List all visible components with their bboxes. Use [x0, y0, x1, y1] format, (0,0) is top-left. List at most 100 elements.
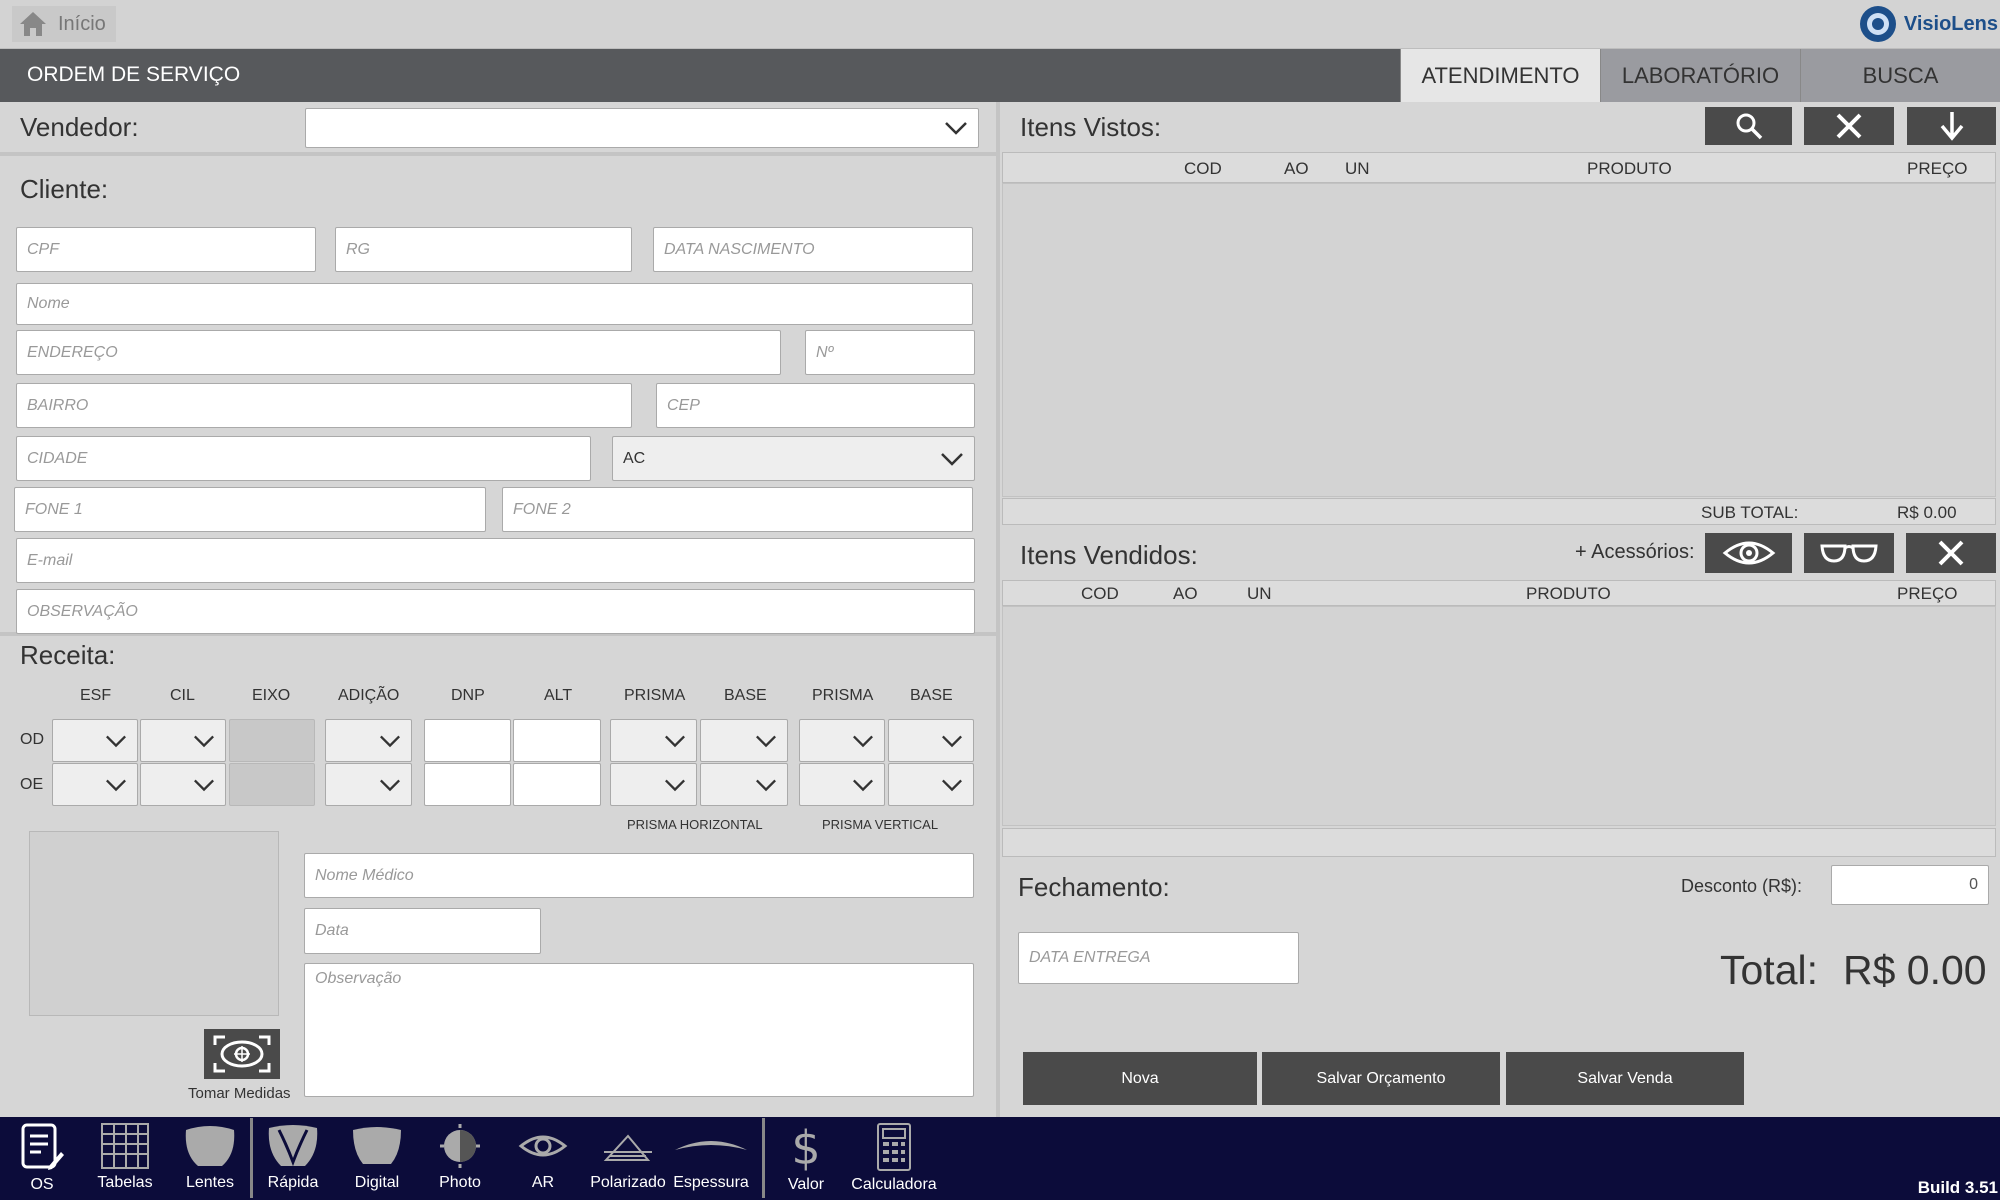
lens-icon — [185, 1126, 235, 1166]
salvar-venda-button[interactable]: Salvar Venda — [1506, 1052, 1744, 1105]
uf-select[interactable]: AC — [612, 436, 975, 481]
home-button[interactable]: Início — [12, 6, 116, 42]
vendidos-col-preco: PREÇO — [1897, 584, 1958, 603]
od-alt-field[interactable] — [513, 719, 601, 762]
vendidos-col-cod: COD — [1081, 584, 1119, 603]
od-eixo-field[interactable] — [229, 719, 315, 762]
polarized-icon — [603, 1134, 652, 1161]
clear-vistos-button[interactable] — [1804, 107, 1894, 145]
address-field[interactable]: ENDEREÇO — [16, 330, 781, 375]
salvar-orcamento-button[interactable]: Salvar Orçamento — [1262, 1052, 1500, 1105]
od-prisma-v-select[interactable] — [799, 719, 885, 762]
toolbar-valor[interactable]: $ Valor — [782, 1122, 830, 1194]
vendidos-table-body[interactable] — [1002, 606, 1996, 826]
toolbar-ar-label: AR — [531, 1174, 555, 1191]
toolbar-os-label: OS — [30, 1176, 54, 1193]
chevron-down-icon — [380, 779, 400, 791]
brand-name: VisioLens — [1903, 12, 1998, 35]
oe-adicao-select[interactable] — [325, 763, 412, 806]
toolbar-rapida-label: Rápida — [267, 1174, 319, 1191]
itens-vendidos-label: Itens Vendidos: — [1020, 540, 1198, 570]
od-base-h-select[interactable] — [700, 719, 788, 762]
toolbar-os[interactable]: OS — [14, 1122, 70, 1194]
vistos-subtotal-row: SUB TOTAL: R$ 0.00 — [1002, 498, 1996, 525]
add-frame-accessory-button[interactable] — [1804, 533, 1894, 573]
cpf-field[interactable]: CPF — [16, 227, 316, 272]
toolbar-polarizado[interactable]: Polarizado — [590, 1122, 666, 1192]
vistos-col-ao: AO — [1284, 159, 1309, 178]
city-field[interactable]: CIDADE — [16, 436, 591, 481]
oe-eixo-field[interactable] — [229, 763, 315, 806]
chevron-down-icon — [756, 735, 776, 747]
close-icon — [1836, 113, 1862, 139]
od-cil-select[interactable] — [140, 719, 226, 762]
col-base-h: BASE — [724, 687, 767, 704]
oe-prisma-h-select[interactable] — [610, 763, 697, 806]
toolbar-rapida[interactable]: Rápida — [263, 1122, 323, 1192]
toolbar-tabelas-label: Tabelas — [97, 1174, 153, 1191]
phone1-field[interactable]: FONE 1 — [14, 487, 486, 532]
lens-digital-icon — [353, 1127, 401, 1164]
toolbar-digital-label: Digital — [354, 1174, 400, 1191]
move-down-button[interactable] — [1907, 107, 1996, 145]
name-field[interactable]: Nome — [16, 283, 973, 325]
toolbar-separator — [250, 1118, 253, 1198]
tab-atendimento[interactable]: ATENDIMENTO — [1400, 49, 1600, 102]
cep-field[interactable]: CEP — [656, 383, 975, 428]
rg-field[interactable]: RG — [335, 227, 632, 272]
col-prisma-v: PRISMA — [812, 687, 874, 704]
delivery-date-field[interactable]: DATA ENTREGA — [1018, 932, 1299, 984]
number-field[interactable]: Nº — [805, 330, 975, 375]
toolbar-photo[interactable]: Photo — [430, 1122, 490, 1192]
email-field[interactable]: E-mail — [16, 538, 975, 583]
lens-thickness-icon — [675, 1141, 747, 1150]
vendedor-select[interactable] — [305, 108, 979, 148]
tomar-medidas-button[interactable] — [204, 1029, 280, 1079]
toolbar-ar[interactable]: AR — [513, 1122, 573, 1192]
itens-vistos-label: Itens Vistos: — [1020, 112, 1162, 142]
od-adicao-select[interactable] — [325, 719, 412, 762]
tab-busca[interactable]: BUSCA — [1800, 49, 2000, 102]
chevron-down-icon — [194, 735, 214, 747]
doctor-name-field[interactable]: Nome Médico — [304, 853, 974, 898]
oe-dnp-field[interactable] — [424, 763, 511, 806]
chevron-down-icon — [941, 452, 963, 466]
oe-cil-select[interactable] — [140, 763, 226, 806]
prescription-notes-field[interactable]: Observação — [304, 963, 974, 1097]
toolbar-tabelas[interactable]: Tabelas — [95, 1122, 155, 1192]
od-dnp-field[interactable] — [424, 719, 511, 762]
eye-icon — [1722, 541, 1775, 565]
chevron-down-icon — [106, 735, 126, 747]
col-prisma-h: PRISMA — [624, 687, 686, 704]
chevron-down-icon — [945, 122, 967, 135]
od-esf-select[interactable] — [52, 719, 138, 762]
toolbar-lentes[interactable]: Lentes — [180, 1122, 240, 1192]
oe-prisma-v-select[interactable] — [799, 763, 885, 806]
oe-alt-field[interactable] — [513, 763, 601, 806]
oe-base-h-select[interactable] — [700, 763, 788, 806]
acessorios-label: + Acessórios: — [1575, 541, 1695, 563]
od-base-v-select[interactable] — [888, 719, 974, 762]
phone2-field[interactable]: FONE 2 — [502, 487, 973, 532]
vistos-col-un: UN — [1345, 159, 1370, 178]
observation-field[interactable]: OBSERVAÇÃO — [16, 589, 975, 634]
toolbar-digital[interactable]: Digital — [347, 1122, 407, 1192]
vistos-table-body[interactable] — [1002, 183, 1996, 497]
nova-button[interactable]: Nova — [1023, 1052, 1257, 1105]
od-prisma-h-select[interactable] — [610, 719, 697, 762]
bairro-field[interactable]: BAIRRO — [16, 383, 632, 428]
search-button[interactable] — [1705, 107, 1792, 145]
add-lens-accessory-button[interactable] — [1705, 533, 1792, 573]
dollar-icon: $ — [791, 1122, 820, 1172]
tab-laboratorio[interactable]: LABORATÓRIO — [1600, 49, 1800, 102]
toolbar-espessura[interactable]: Espessura — [673, 1122, 749, 1192]
prisma-horizontal-label: PRISMA HORIZONTAL — [627, 817, 763, 832]
toolbar-calculadora[interactable]: Calculadora — [848, 1122, 940, 1194]
desconto-field[interactable]: 0 — [1831, 865, 1989, 905]
clear-vendidos-button[interactable] — [1906, 533, 1996, 573]
oe-esf-select[interactable] — [52, 763, 138, 806]
vistos-table-header: COD AO UN PRODUTO PREÇO — [1002, 152, 1996, 183]
birthdate-field[interactable]: DATA NASCIMENTO — [653, 227, 973, 272]
prescription-date-field[interactable]: Data — [304, 908, 541, 954]
oe-base-v-select[interactable] — [888, 763, 974, 806]
